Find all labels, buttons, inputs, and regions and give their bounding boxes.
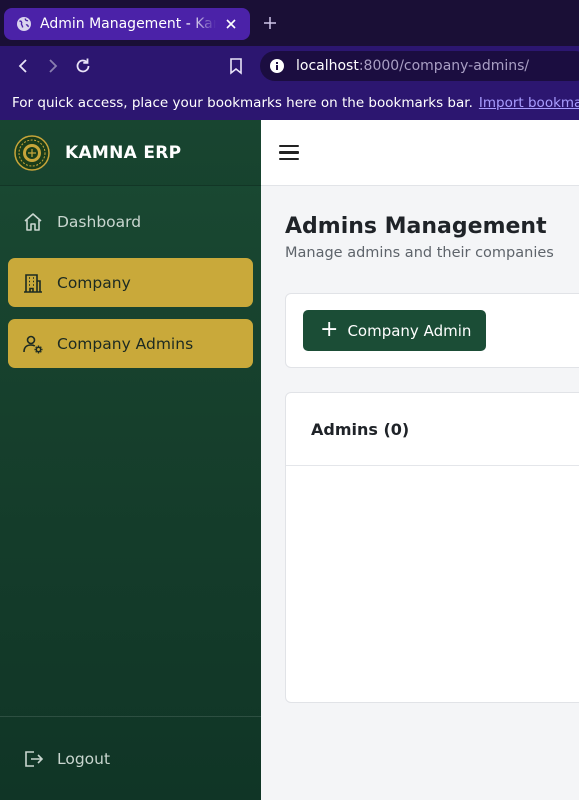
sidebar-item-company[interactable]: Company xyxy=(8,258,253,307)
actions-card: + Company Admin xyxy=(285,293,579,368)
top-bar xyxy=(261,120,579,186)
page-title: Admins Management xyxy=(285,214,547,239)
sidebar-item-dashboard[interactable]: Dashboard xyxy=(8,197,253,246)
forward-button[interactable] xyxy=(43,56,63,76)
url-host: localhost xyxy=(296,58,359,74)
app-shell: KAMNA ERP Dashboard Company Company Admi… xyxy=(0,120,579,800)
brand[interactable]: KAMNA ERP xyxy=(0,120,261,186)
browser-tab-strip: Admin Management - Kamna ERP xyxy=(0,0,579,46)
sidebar-item-company-admins[interactable]: Company Admins xyxy=(8,319,253,368)
admins-list-card: Admins (0) xyxy=(285,392,579,703)
building-icon xyxy=(22,272,44,294)
back-arrow-icon xyxy=(18,59,27,73)
site-info-icon[interactable] xyxy=(269,58,285,74)
sidebar: KAMNA ERP Dashboard Company Company Admi… xyxy=(0,120,261,800)
plus-icon: + xyxy=(320,316,339,342)
sidebar-item-label: Company xyxy=(57,273,131,292)
sidebar-item-label: Dashboard xyxy=(57,212,142,231)
logout-button[interactable]: Logout xyxy=(0,716,261,800)
import-bookmarks-link[interactable]: Import bookmarks... xyxy=(479,95,579,111)
globe-icon xyxy=(17,17,31,31)
plus-icon xyxy=(264,17,276,29)
logout-label: Logout xyxy=(57,749,111,768)
admins-list-header: Admins (0) xyxy=(286,393,579,466)
forward-arrow-icon xyxy=(49,59,58,73)
reload-button[interactable] xyxy=(73,56,93,76)
bookmark-star-button[interactable] xyxy=(226,56,246,76)
main-content: Admins Management Manage admins and thei… xyxy=(261,120,579,800)
back-button[interactable] xyxy=(13,56,33,76)
page-header: Admins Management Manage admins and thei… xyxy=(261,186,579,261)
address-bar[interactable]: localhost:8000/company-admins/ xyxy=(260,51,579,81)
sidebar-item-label: Company Admins xyxy=(57,334,194,353)
brand-name: KAMNA ERP xyxy=(65,142,182,163)
new-tab-button[interactable] xyxy=(260,13,280,33)
tab-title: Admin Management - Kamna ERP xyxy=(40,16,216,32)
sidebar-nav: Dashboard Company Company Admins xyxy=(0,186,261,368)
url-path: :8000/company-admins/ xyxy=(358,58,530,74)
close-icon[interactable] xyxy=(222,15,240,33)
add-button-label: Company Admin xyxy=(347,321,472,340)
reload-icon xyxy=(76,58,90,73)
bookmark-icon xyxy=(230,58,242,75)
bookmarks-prompt: For quick access, place your bookmarks h… xyxy=(12,95,473,111)
add-company-admin-button[interactable]: + Company Admin xyxy=(303,310,486,351)
bookmarks-bar: For quick access, place your bookmarks h… xyxy=(0,86,579,120)
browser-toolbar: localhost:8000/company-admins/ xyxy=(0,46,579,86)
page-subtitle: Manage admins and their companies xyxy=(285,245,554,261)
company-logo-icon xyxy=(14,134,50,171)
url-text: localhost:8000/company-admins/ xyxy=(296,58,529,74)
admins-list-title: Admins (0) xyxy=(311,419,410,439)
home-icon xyxy=(22,211,44,233)
browser-tab[interactable]: Admin Management - Kamna ERP xyxy=(4,8,250,40)
logout-icon xyxy=(22,748,44,770)
menu-toggle-icon[interactable] xyxy=(279,142,301,164)
user-cog-icon xyxy=(22,333,44,355)
